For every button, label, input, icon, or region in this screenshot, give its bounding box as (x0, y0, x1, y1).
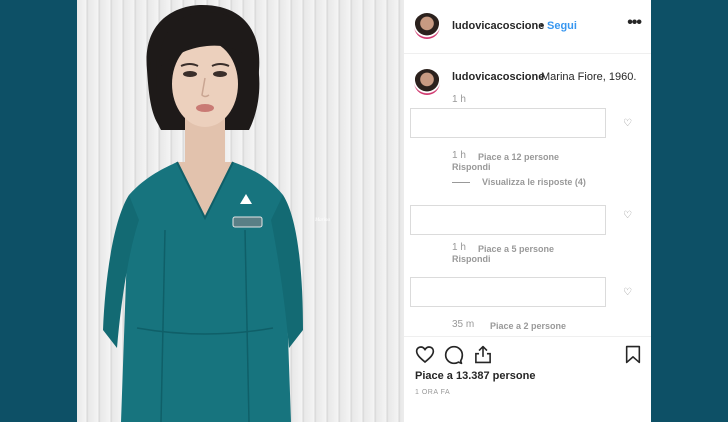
comment-like-heart-icon[interactable]: ♡ (623, 210, 632, 221)
comment-1-reply[interactable]: Rispondi (452, 162, 491, 172)
caption-time: 1 h (452, 94, 466, 105)
comment-2-reply[interactable]: Rispondi (452, 254, 491, 264)
share-icon[interactable] (474, 345, 492, 364)
comment-1-likes[interactable]: Piace a 12 persone (478, 152, 559, 162)
comment-1-time: 1 h (452, 150, 466, 161)
post-actions: Piace a 13.387 persone 1 ORA FA (404, 336, 651, 422)
author-username[interactable]: ludovicacoscione (452, 20, 544, 32)
comment-3-likes[interactable]: Piace a 2 persone (490, 321, 566, 331)
comment-icon[interactable] (444, 345, 464, 365)
caption-avatar[interactable] (414, 69, 440, 95)
comment-1-content (410, 108, 606, 138)
name-badge-text: Marina (315, 218, 330, 223)
comment-2-time: 1 h (452, 242, 466, 253)
follow-button[interactable]: Segui (547, 20, 577, 32)
comment-2-content (410, 205, 606, 235)
caption-text: Marina Fiore, 1960. (541, 71, 637, 83)
post-panel: ludovicacoscione • Segui ••• ludovicacos… (404, 0, 651, 422)
view-replies-link[interactable]: Visualizza le risposte (4) (482, 177, 586, 187)
heart-icon[interactable] (415, 345, 435, 364)
photo-illustration (103, 5, 303, 422)
comment-like-heart-icon[interactable]: ♡ (623, 287, 632, 298)
caption-username[interactable]: ludovicacoscione (452, 71, 544, 83)
post-photo: Marina (77, 0, 404, 422)
comment-3-content (410, 277, 606, 307)
comment-2-likes[interactable]: Piace a 5 persone (478, 244, 554, 254)
bookmark-icon[interactable] (625, 345, 641, 364)
separator-dot: • (540, 20, 544, 32)
comment-3-time: 35 m (452, 319, 475, 330)
comment-like-heart-icon[interactable]: ♡ (623, 118, 632, 129)
post-time-ago: 1 ORA FA (415, 389, 451, 396)
more-options-icon[interactable]: ••• (627, 14, 642, 32)
author-avatar[interactable] (414, 13, 440, 39)
replies-divider (452, 182, 470, 183)
likes-count[interactable]: Piace a 13.387 persone (415, 370, 535, 382)
post-header: ludovicacoscione • Segui ••• (404, 0, 651, 54)
